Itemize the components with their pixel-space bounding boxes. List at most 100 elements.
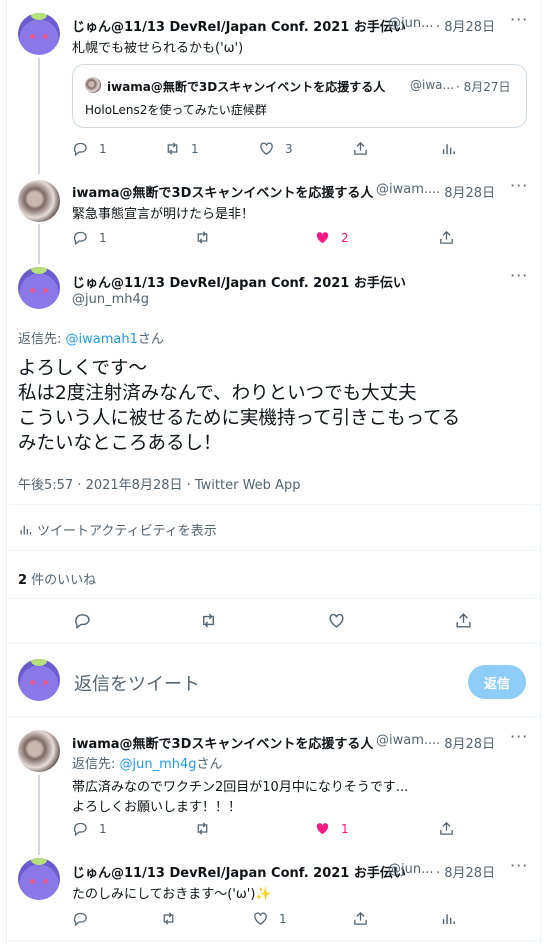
reply-to-link[interactable]: @jun_mh4g [120,757,197,772]
avatar [18,659,60,701]
divider [6,504,541,505]
retweet-button[interactable] [194,820,211,837]
share-icon [440,230,453,244]
reply-icon [73,822,87,837]
share-icon [354,141,367,155]
author-name[interactable]: じゅん@11/13 DevRel/Japan Conf. 2021 お手伝い [72,16,406,35]
reply-to: 返信先: @jun_mh4gさん [72,757,223,772]
heart-filled-icon [316,232,329,244]
reply-submit-button[interactable]: 返信 [468,665,526,699]
reply-icon [73,912,87,927]
quote-tweet[interactable]: iwama@無断で3Dスキャンイベントを応援する人 @iwa... · 8月27… [72,64,527,128]
tweet-actions: 1 [72,910,472,930]
reply-button[interactable]: 1 [72,229,107,246]
share-button[interactable] [352,140,369,157]
avatar[interactable] [18,13,60,55]
thread-line [38,775,40,855]
author-name[interactable]: iwama@無断で3Dスキャンイベントを応援する人 [72,182,373,201]
reply-to: 返信先: @iwamah1さん [18,332,164,347]
divider [6,598,541,599]
more-icon[interactable]: ··· [510,727,528,746]
tweet-time[interactable]: · 8月28日 [436,182,495,201]
avatar[interactable] [18,267,60,309]
tweet-actions: 1 1 3 [72,140,472,160]
retweet-icon [197,822,208,835]
quote-author-handle: @iwa... [410,78,454,92]
retweet-button[interactable]: 1 [164,140,199,157]
tweet-meta[interactable]: 午後5:57 · 2021年8月28日 · Twitter Web App [18,474,300,493]
like-button[interactable]: 3 [258,140,293,157]
reply-button[interactable] [72,910,89,927]
divider [6,550,541,551]
analytics-button[interactable] [440,910,457,927]
like-button[interactable]: 1 [314,820,349,837]
like-button[interactable] [327,611,346,630]
analytics-icon [20,525,32,535]
tweet-text: たのしみにしておきます〜('ω')✨ [72,887,272,902]
tweet-text: 札幌でも被せられるかも('ω') [72,41,244,56]
tweet-text-line: 帯広済みなのでワクチン2回目が10月中になりそうです... [72,780,409,795]
retweet-icon [197,231,208,244]
tweet-text-line: よろしくお願いします！！！ [72,800,242,815]
reply-icon [73,231,87,246]
share-button[interactable] [352,910,369,927]
main-tweet-actions [0,611,547,631]
divider [6,940,541,941]
more-icon[interactable]: ··· [510,10,528,29]
avatar [85,77,101,93]
author-name[interactable]: iwama@無断で3Dスキャンイベントを応援する人 [72,733,373,752]
reply-button[interactable] [73,611,92,630]
retweet-button[interactable] [199,611,218,630]
tweet-actions: 1 1 [72,820,472,840]
retweet-icon [167,142,178,155]
quote-text: HoloLens2を使ってみたい症候群 [85,103,267,117]
likes-summary[interactable]: 2 件のいいね [18,569,96,588]
share-button[interactable] [454,611,473,630]
like-button[interactable]: 2 [314,229,349,246]
quote-time: · 8月27日 [456,80,511,94]
divider [6,643,541,644]
reply-button[interactable]: 1 [72,820,107,837]
more-icon[interactable]: ··· [510,266,528,285]
heart-icon [254,912,267,925]
reply-icon [75,614,90,630]
tweet-time[interactable]: · 8月28日 [436,16,495,35]
retweet-button[interactable] [194,229,211,246]
heart-icon [260,142,273,155]
quote-author-name: iwama@無断で3Dスキャンイベントを応援する人 [107,80,386,94]
author-handle[interactable]: @jun... [388,16,434,31]
more-icon[interactable]: ··· [510,176,528,195]
author-name[interactable]: じゅん@11/13 DevRel/Japan Conf. 2021 お手伝い [72,272,406,291]
avatar[interactable] [18,730,60,772]
sparkle-emoji: ✨ [255,887,272,902]
tweet-actions: 1 2 [72,229,472,249]
like-button[interactable]: 1 [252,910,287,927]
avatar[interactable] [18,180,60,222]
retweet-icon [163,912,174,925]
reply-button[interactable]: 1 [72,140,107,157]
tweet-text: 緊急事態宣言が明けたら是非！ [72,207,255,222]
reply-to-link[interactable]: @iwamah1 [66,332,138,347]
tweet-activity-link[interactable]: ツイートアクティビティを表示 [18,520,217,539]
share-button[interactable] [438,229,455,246]
author-handle[interactable]: @jun... [388,862,434,877]
tweet-time[interactable]: · 8月28日 [436,733,495,752]
share-icon [440,821,453,835]
retweet-icon [203,613,214,628]
author-handle[interactable]: @jun_mh4g [72,292,149,307]
avatar[interactable] [18,858,60,900]
more-icon[interactable]: ··· [510,856,528,875]
thread-line [38,58,40,174]
author-name[interactable]: じゅん@11/13 DevRel/Japan Conf. 2021 お手伝い [72,862,406,881]
analytics-icon [442,144,455,155]
reply-input[interactable]: 返信をツイート [74,670,200,696]
author-handle[interactable]: @iwam... [376,733,436,748]
tweet-time[interactable]: · 8月28日 [436,862,495,881]
main-tweet-text: よろしくです〜 私は2度注射済みなんで、わりといつでも大丈夫 こういう人に被せる… [18,358,461,454]
share-button[interactable] [438,820,455,837]
heart-icon [329,613,344,628]
author-handle[interactable]: @iwam... [376,182,436,197]
analytics-button[interactable] [440,140,457,157]
analytics-icon [442,914,455,925]
retweet-button[interactable] [160,910,177,927]
